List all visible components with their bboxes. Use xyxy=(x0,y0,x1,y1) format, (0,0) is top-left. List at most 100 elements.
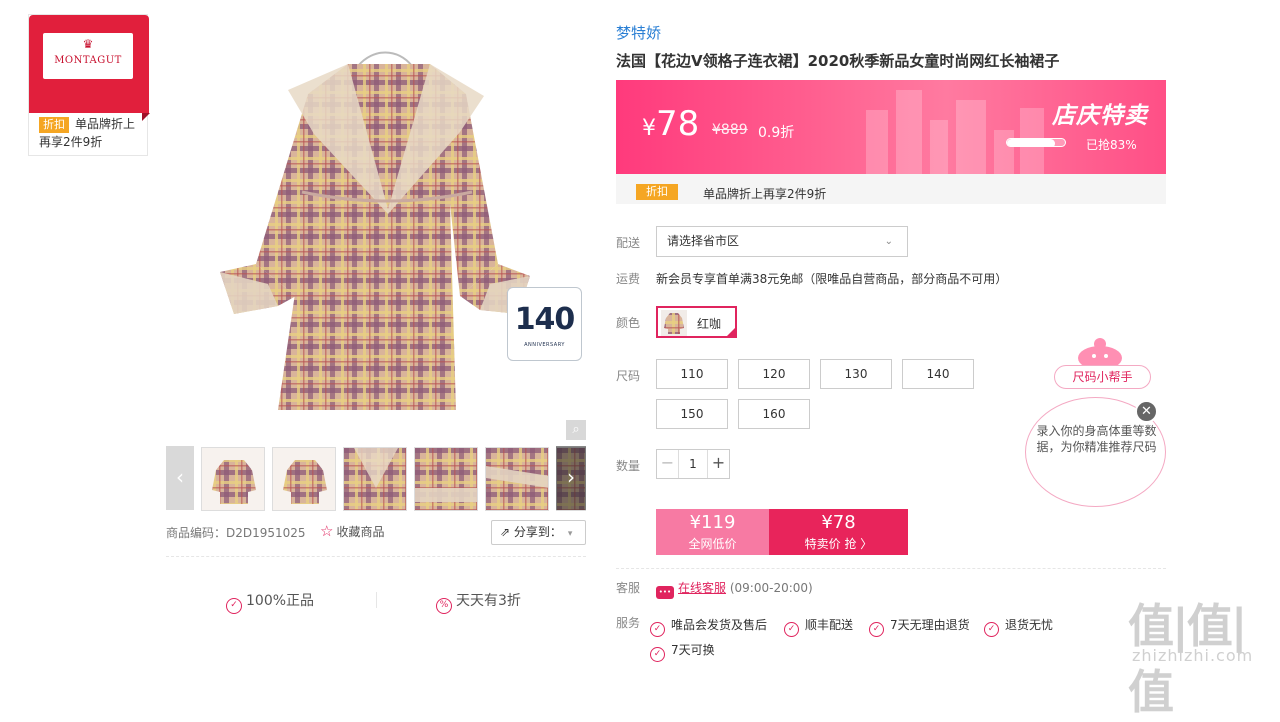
discount-tag: 折扣 xyxy=(39,117,69,133)
event-title: 店庆特卖 xyxy=(1052,103,1148,129)
brand-badge[interactable]: ♛ MONTAGUT 折扣 单品牌折上 再享2件9折 xyxy=(28,14,150,156)
sale-price-value: ¥78 xyxy=(821,512,856,533)
brand-tag-line1: 单品牌折上 xyxy=(75,117,136,131)
thumbnail-image xyxy=(344,448,406,510)
share-icon: ⇗ xyxy=(500,525,514,539)
product-title: 法国【花边V领格子连衣裙】2020秋季新品女童时尚网红长袖裙子 xyxy=(616,52,1060,70)
service-item-label: 顺丰配送 xyxy=(805,618,854,632)
customer-service-label: 客服 xyxy=(616,581,641,595)
sale-price: ¥78 xyxy=(642,104,699,144)
zoom-icon[interactable]: ⌕ xyxy=(566,420,586,440)
lowest-price-button[interactable]: ¥119 全网低价 xyxy=(656,509,769,555)
shield-check-icon: ✓ xyxy=(226,598,242,614)
sold-progress-text: 已抢83% xyxy=(1086,138,1137,152)
thumbnail-4[interactable] xyxy=(414,447,478,511)
size-option-140[interactable]: 140 xyxy=(902,359,974,389)
share-label: 分享到： xyxy=(513,525,562,539)
divider xyxy=(166,556,586,557)
service-item-label: 7天无理由退货 xyxy=(890,618,970,632)
original-price: ¥889 xyxy=(712,122,748,138)
thumbnail-prev-button[interactable]: ‹ xyxy=(166,446,194,510)
promise-genuine: ✓ 100%正品 xyxy=(226,590,314,614)
check-circle-icon: ✓ xyxy=(984,622,999,637)
delivery-placeholder: 请选择省市区 xyxy=(667,234,740,248)
promise-label: 天天有3折 xyxy=(456,593,521,609)
brand-discount-tag: 折扣 单品牌折上 再享2件9折 xyxy=(39,115,135,151)
size-option-160[interactable]: 160 xyxy=(738,399,810,429)
chat-icon: ••• xyxy=(656,586,674,599)
thumbnail-3[interactable] xyxy=(343,447,407,511)
check-circle-icon: ✓ xyxy=(869,622,884,637)
delivery-region-select[interactable]: 请选择省市区 ⌄ xyxy=(656,226,908,257)
check-circle-icon: ✓ xyxy=(650,622,665,637)
dress-illustration xyxy=(220,51,530,410)
size-option-120[interactable]: 120 xyxy=(738,359,810,389)
service-item: ✓ 7天无理由退货 xyxy=(869,616,970,637)
quantity-plus-button[interactable]: + xyxy=(707,450,729,478)
color-option-label: 红咖 xyxy=(697,317,722,331)
thumbnail-5[interactable] xyxy=(485,447,549,511)
share-button[interactable]: ⇗ 分享到： ▾ xyxy=(491,520,586,545)
service-hours: (09:00-20:00) xyxy=(729,581,813,595)
brand-tag-line2: 再享2件9折 xyxy=(39,135,103,149)
anniversary-badge: 140 ANNIVERSARY xyxy=(507,287,582,361)
quantity-stepper: − 1 + xyxy=(656,449,730,479)
chevron-down-icon: ▾ xyxy=(567,529,573,539)
thumbnail-next-button[interactable]: › xyxy=(556,446,586,510)
size-helper-button[interactable]: 尺码小帮手 xyxy=(1054,365,1151,389)
size-label: 尺码 xyxy=(616,369,641,383)
thumbnail-image xyxy=(212,460,256,504)
thumbnail-image xyxy=(415,448,477,510)
divider xyxy=(376,592,377,608)
check-circle-icon: ✓ xyxy=(784,622,799,637)
service-item: ✓ 7天可换 xyxy=(650,641,715,662)
price-value: 78 xyxy=(656,104,700,144)
customer-service: ••• 在线客服 (09:00-20:00) xyxy=(656,579,813,599)
price-banner: ¥78 ¥889 0.9折 店庆特卖 已抢83% xyxy=(616,80,1166,174)
promise-label: 100%正品 xyxy=(246,593,315,609)
service-item: ✓ 唯品会发货及售后 xyxy=(650,616,767,637)
anniversary-number: 140 xyxy=(514,302,576,337)
favorite-button[interactable]: ☆ 收藏商品 xyxy=(320,522,384,540)
size-option-150[interactable]: 150 xyxy=(656,399,728,429)
thumbnail-image xyxy=(486,448,548,510)
lowest-price-label: 全网低价 xyxy=(688,537,737,551)
product-code: 商品编码：D2D1951025 xyxy=(166,526,306,540)
service-item-label: 7天可换 xyxy=(671,643,715,657)
thumbnail-2[interactable] xyxy=(272,447,336,511)
check-circle-icon: ✓ xyxy=(650,647,665,662)
brand-name-link[interactable]: 梦特娇 xyxy=(616,22,661,43)
watermark-url: zhizhizhi.com xyxy=(1132,646,1254,665)
color-option-selected[interactable]: 红咖 xyxy=(656,306,737,338)
sold-progress-bar xyxy=(1006,138,1066,147)
promise-discount: % 天天有3折 xyxy=(436,590,521,614)
currency-symbol: ¥ xyxy=(642,116,656,141)
brand-crest-icon: ♛ xyxy=(82,37,94,51)
shipping-text: 新会员专享首单满38元免邮（限唯品自营商品，部分商品不可用） xyxy=(656,272,1008,286)
service-item: ✓ 退货无忧 xyxy=(984,616,1053,637)
service-label: 服务 xyxy=(616,616,641,630)
online-service-link[interactable]: 在线客服 xyxy=(678,581,726,595)
sale-price-label: 特卖价 抢 〉 xyxy=(804,537,873,551)
thumbnail-1[interactable] xyxy=(201,447,265,511)
color-thumbnail xyxy=(661,310,687,336)
quantity-minus-button[interactable]: − xyxy=(657,450,679,478)
size-option-110[interactable]: 110 xyxy=(656,359,728,389)
sold-progress-fill xyxy=(1007,139,1056,146)
favorite-label: 收藏商品 xyxy=(336,525,385,539)
close-icon[interactable]: ✕ xyxy=(1135,400,1158,423)
buy-now-button[interactable]: ¥78 特卖价 抢 〉 xyxy=(769,509,908,555)
shipping-label: 运费 xyxy=(616,272,641,286)
divider xyxy=(616,568,1166,569)
thumbnail-image xyxy=(283,460,327,504)
color-label: 颜色 xyxy=(616,316,641,330)
percent-icon: % xyxy=(436,598,452,614)
quantity-input[interactable]: 1 xyxy=(679,450,707,478)
selected-check-icon xyxy=(725,326,737,338)
size-option-130[interactable]: 130 xyxy=(820,359,892,389)
service-item-label: 退货无忧 xyxy=(1005,618,1054,632)
service-item-label: 唯品会发货及售后 xyxy=(671,618,768,632)
brand-ribbon: ♛ MONTAGUT xyxy=(29,15,150,121)
size-helper-text: 录入你的身高体重等数据，为你精准推荐尺码 xyxy=(1036,424,1157,454)
main-product-image[interactable] xyxy=(198,14,588,442)
